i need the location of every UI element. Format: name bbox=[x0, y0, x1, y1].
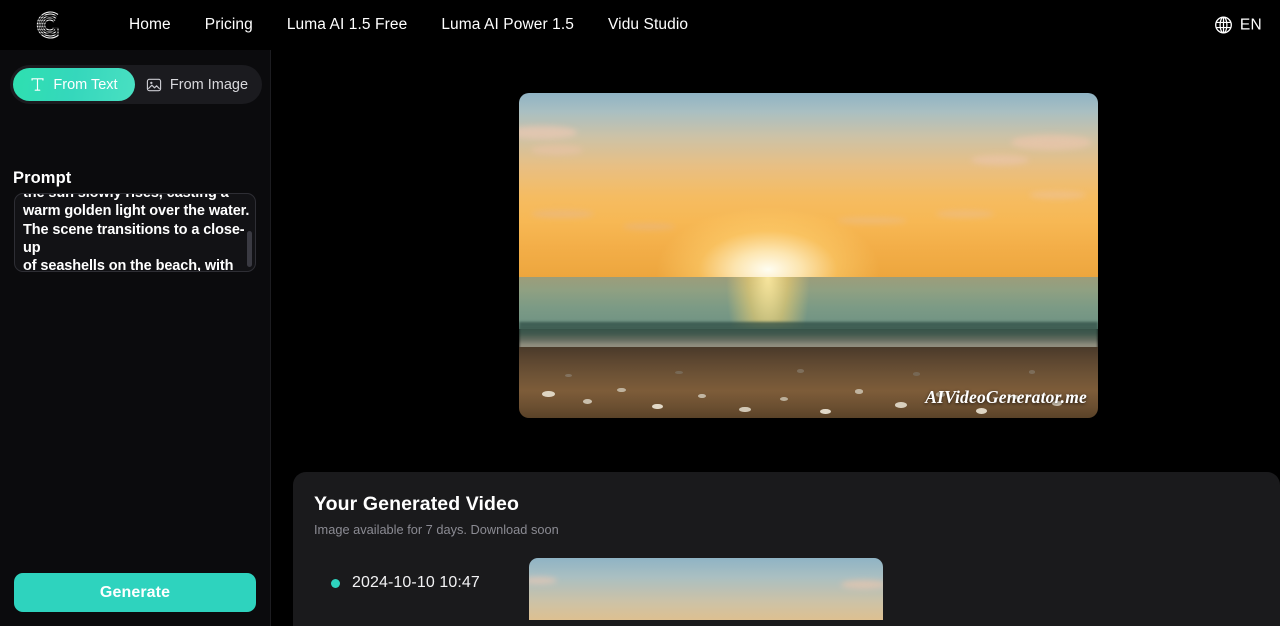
main-content-area: AIVideoGenerator.me Your Generated Video… bbox=[271, 50, 1280, 626]
nav-link-home[interactable]: Home bbox=[112, 16, 188, 34]
tab-from-text-label: From Text bbox=[53, 76, 118, 93]
cloud bbox=[1028, 190, 1087, 199]
cloud bbox=[840, 580, 883, 589]
logo-icon bbox=[34, 11, 63, 39]
cloud bbox=[935, 210, 994, 218]
generation-mode-toggle: From Text From Image bbox=[10, 65, 262, 104]
prompt-input[interactable]: the sun slowly rises, casting a warm gol… bbox=[14, 193, 256, 272]
nav-link-pricing[interactable]: Pricing bbox=[188, 16, 270, 34]
generated-item-thumbnail[interactable] bbox=[529, 558, 883, 620]
text-icon bbox=[31, 78, 44, 91]
tab-from-text[interactable]: From Text bbox=[13, 68, 135, 101]
watermark-text: AIVideoGenerator.me bbox=[925, 387, 1087, 407]
prompt-text-value: the sun slowly rises, casting a warm gol… bbox=[23, 193, 250, 272]
thumbnail-sky-layer bbox=[529, 558, 883, 620]
primary-nav-links: Home Pricing Luma AI 1.5 Free Luma AI Po… bbox=[112, 16, 705, 34]
generate-button[interactable]: Generate bbox=[14, 573, 256, 612]
language-label: EN bbox=[1239, 16, 1262, 33]
site-logo[interactable] bbox=[22, 3, 74, 47]
nav-link-vidu-studio[interactable]: Vidu Studio bbox=[591, 16, 705, 34]
nav-link-luma-ai-free[interactable]: Luma AI 1.5 Free bbox=[270, 16, 425, 34]
top-navigation-bar: Home Pricing Luma AI 1.5 Free Luma AI Po… bbox=[0, 0, 1280, 50]
prompt-label: Prompt bbox=[13, 169, 72, 187]
generated-video-title: Your Generated Video bbox=[314, 493, 519, 515]
globe-icon bbox=[1214, 16, 1232, 34]
preview-image[interactable]: AIVideoGenerator.me bbox=[519, 93, 1098, 418]
cloud bbox=[970, 154, 1029, 166]
generated-item-timestamp: 2024-10-10 10:47 bbox=[352, 574, 480, 591]
language-selector[interactable]: EN bbox=[1214, 16, 1262, 35]
sky-layer bbox=[519, 93, 1098, 277]
prompt-scrollbar-thumb[interactable] bbox=[247, 231, 252, 267]
nav-link-luma-ai-power[interactable]: Luma AI Power 1.5 bbox=[424, 16, 591, 34]
ocean-layer bbox=[519, 276, 1098, 329]
cloud bbox=[530, 145, 583, 155]
left-sidebar: From Text From Image Prompt the sun slow… bbox=[0, 50, 271, 626]
status-dot-icon bbox=[331, 578, 340, 588]
image-icon bbox=[146, 78, 162, 91]
generated-video-panel: Your Generated Video Image available for… bbox=[293, 472, 1280, 626]
tab-from-image[interactable]: From Image bbox=[135, 68, 259, 101]
sunset-scene-illustration bbox=[519, 93, 1098, 418]
generated-video-subtitle: Image available for 7 days. Download soo… bbox=[314, 522, 559, 537]
tab-from-image-label: From Image bbox=[169, 76, 249, 93]
list-item: 2024-10-10 10:47 bbox=[331, 574, 480, 592]
